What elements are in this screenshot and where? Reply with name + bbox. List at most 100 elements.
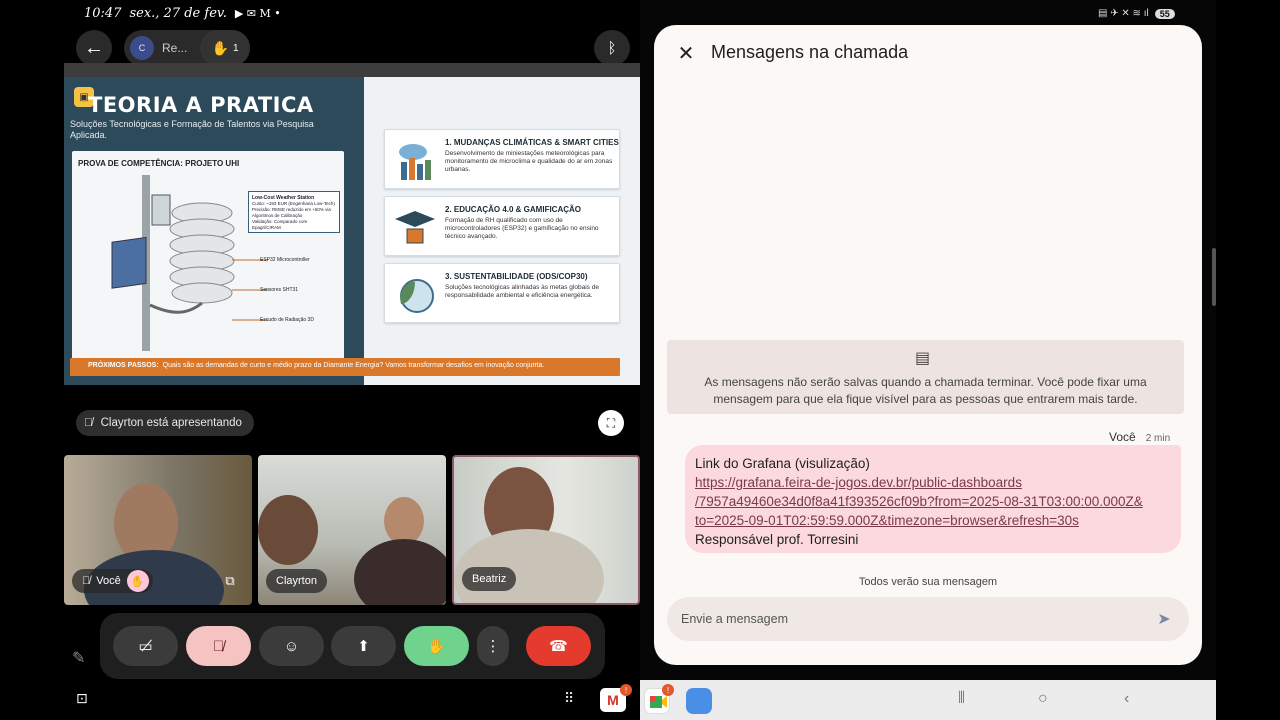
- slide-title: TEORIA A PRATICA: [88, 93, 314, 117]
- clock: 10:47: [84, 6, 122, 21]
- tile-options-icon[interactable]: ⧉: [220, 571, 240, 591]
- presentation-screen: ▣ TEORIA A PRATICA Soluções Tecnológicas…: [64, 63, 640, 385]
- graduation-chip-icon: [395, 211, 435, 244]
- tile-name-chip: Beatriz: [462, 567, 517, 591]
- chat-notice: ▤ As mensagens não serão salvas quando a…: [667, 340, 1184, 414]
- slide-left-panel: ▣ TEORIA A PRATICA Soluções Tecnológicas…: [64, 77, 364, 385]
- battery-level: 55: [1154, 8, 1175, 19]
- microphone-button[interactable]: 🎙̸: [186, 626, 251, 666]
- fullscreen-icon: ⛶: [606, 415, 616, 430]
- presenting-chip: 🎙̸ Clayrton está apresentando: [76, 410, 254, 436]
- date: sex., 27 de fev.: [129, 6, 227, 21]
- hand-count: 1: [232, 42, 239, 54]
- label-radiation-shield: Escudo de Radiação 3D: [260, 317, 314, 323]
- status-bar-right: ▤ ✈ ✕ ≋ ıl 55: [1098, 8, 1175, 19]
- tile-name-chip: Clayrton: [266, 569, 327, 593]
- home-button[interactable]: ○: [1038, 690, 1048, 708]
- message-time: 2 min: [1145, 433, 1171, 444]
- card-title: 2. EDUCAÇÃO 4.0 & GAMIFICAÇÃO: [445, 205, 582, 214]
- message-link[interactable]: https://grafana.feira-de-jogos.dev.br/pu…: [695, 473, 1171, 492]
- raised-hands-pill[interactable]: ✋ 1: [200, 30, 250, 66]
- camera-off-icon: ▭̸: [138, 638, 153, 655]
- back-nav-button[interactable]: ‹: [1124, 690, 1129, 708]
- tile-name: Você: [96, 575, 121, 587]
- tile-name: Beatriz: [472, 573, 507, 585]
- notice-text: As mensagens não serão salvas quando a c…: [704, 375, 1147, 406]
- message-header: Você 2 min: [1109, 430, 1170, 444]
- station-callout: Low-Cost Weather Station Custo: ~193 EUR…: [248, 191, 340, 233]
- reactions-button[interactable]: ☺: [259, 626, 324, 666]
- participant-tile-beatriz[interactable]: Beatriz: [452, 455, 640, 605]
- recent-apps-button[interactable]: ⦀: [958, 690, 965, 708]
- slide-subtitle: Soluções Tecnológicas e Formação de Tale…: [70, 119, 314, 140]
- tile-name-chip: 🎙̸ Você ✋: [72, 569, 153, 593]
- close-icon: ✕: [677, 42, 695, 65]
- meet-pane: 10:47 sex., 27 de fev. ▶ ✉ M • ← C Re...…: [64, 0, 640, 720]
- message-link[interactable]: to=2025-09-01T02:59:59.000Z&timezone=bro…: [695, 511, 1171, 530]
- status-icons: ▤ ✈ ✕ ≋ ıl: [1098, 8, 1149, 19]
- camera-button[interactable]: ▭̸: [113, 626, 178, 666]
- meet-topbar: ← C Re... ✋ 1 ᛒ: [64, 26, 640, 66]
- presenting-label: Clayrton está apresentando: [100, 417, 242, 429]
- card-desc: Desenvolvimento de miniestações meteorol…: [445, 150, 613, 173]
- sender-name: Você: [1109, 430, 1136, 444]
- send-button[interactable]: ➤: [1153, 608, 1175, 630]
- participant-pill-label: Re...: [162, 41, 188, 55]
- message-text: Link do Grafana (visulização): [695, 456, 870, 471]
- meet-badge: !: [662, 684, 674, 696]
- person-figure: [258, 495, 318, 565]
- mic-off-icon: 🎙̸: [84, 417, 93, 429]
- bluetooth-icon: ᛒ: [607, 39, 617, 57]
- present-icon: ⬆: [357, 638, 370, 655]
- globe-leaf-icon: [400, 279, 434, 313]
- chat-title: Mensagens na chamada: [711, 42, 909, 62]
- proof-heading: PROVA DE COMPETÊNCIA: PROJETO UHI: [78, 159, 240, 168]
- avatar: C: [130, 36, 154, 60]
- label-sht31: Sensores SHT31: [260, 287, 299, 293]
- chat-message: Link do Grafana (visulização) https://gr…: [685, 445, 1181, 553]
- message-link[interactable]: /7957a49460e34d0f8a41f393526cf09b?from=2…: [695, 492, 1171, 511]
- message-composer: ➤: [667, 597, 1189, 641]
- message-text: Responsável prof. Torresini: [695, 532, 859, 547]
- card-title: 3. SUSTENTABILIDADE (ODS/COP30): [445, 272, 588, 281]
- chat-bubble-icon: ▤: [915, 350, 931, 367]
- close-button[interactable]: ✕: [674, 41, 698, 65]
- proof-panel: PROVA DE COMPETÊNCIA: PROJETO UHI Low-Co…: [72, 151, 344, 359]
- files-app-icon[interactable]: [686, 688, 712, 714]
- hang-up-icon: ☎: [549, 638, 568, 655]
- call-controls: ▭̸ 🎙̸ ☺ ⬆ ✋ ⋮ ☎: [100, 613, 605, 679]
- scrollbar[interactable]: [1212, 248, 1216, 306]
- screen-info-icon[interactable]: ⊡: [76, 690, 96, 710]
- notification-icons: ▶ ✉ M •: [234, 7, 281, 20]
- screen: 10:47 sex., 27 de fev. ▶ ✉ M • ← C Re...…: [0, 0, 1280, 720]
- raise-hand-button[interactable]: ✋: [404, 626, 469, 666]
- cloud-city-icon: [399, 144, 431, 180]
- apps-grid-icon[interactable]: ⠿: [564, 690, 574, 707]
- hand-icon: ✋: [427, 638, 446, 655]
- status-bar-left: 10:47 sex., 27 de fev. ▶ ✉ M •: [84, 6, 281, 21]
- card-title: 1. MUDANÇAS CLIMÁTICAS & SMART CITIES: [445, 138, 619, 147]
- participant-tile-self[interactable]: 🎙̸ Você ✋ ⧉: [64, 455, 252, 605]
- slide-right-panel: 1. MUDANÇAS CLIMÁTICAS & SMART CITIES De…: [364, 77, 640, 385]
- pen-icon[interactable]: ✎: [72, 648, 85, 668]
- taskbar: ! ⦀ ○ ‹: [640, 680, 1216, 720]
- hand-raised-icon: ✋: [126, 570, 149, 592]
- end-call-button[interactable]: ☎: [526, 626, 591, 666]
- emoji-icon: ☺: [283, 637, 300, 655]
- present-screen-button[interactable]: ⬆: [331, 626, 396, 666]
- participant-tile-clayrton[interactable]: Clayrton: [258, 455, 446, 605]
- gmail-badge: !: [620, 684, 632, 696]
- card-desc: Soluções tecnológicas alinhadas às metas…: [445, 284, 599, 299]
- message-input[interactable]: [681, 607, 1131, 631]
- more-vertical-icon: ⋮: [485, 638, 501, 655]
- mic-off-icon: 🎙̸: [82, 575, 91, 587]
- visibility-note: Todos verão sua mensagem: [858, 576, 998, 588]
- card-climate: 1. MUDANÇAS CLIMÁTICAS & SMART CITIES De…: [384, 129, 620, 189]
- mic-off-icon: 🎙̸: [212, 637, 225, 655]
- bluetooth-button[interactable]: ᛒ: [594, 30, 630, 66]
- more-options-button[interactable]: ⋮: [477, 626, 509, 666]
- fullscreen-button[interactable]: ⛶: [598, 410, 624, 436]
- pdf-viewer-bar: [64, 63, 640, 77]
- chat-panel: ✕ Mensagens na chamada ▤ As mensagens nã…: [654, 25, 1202, 665]
- back-button[interactable]: ←: [76, 30, 112, 66]
